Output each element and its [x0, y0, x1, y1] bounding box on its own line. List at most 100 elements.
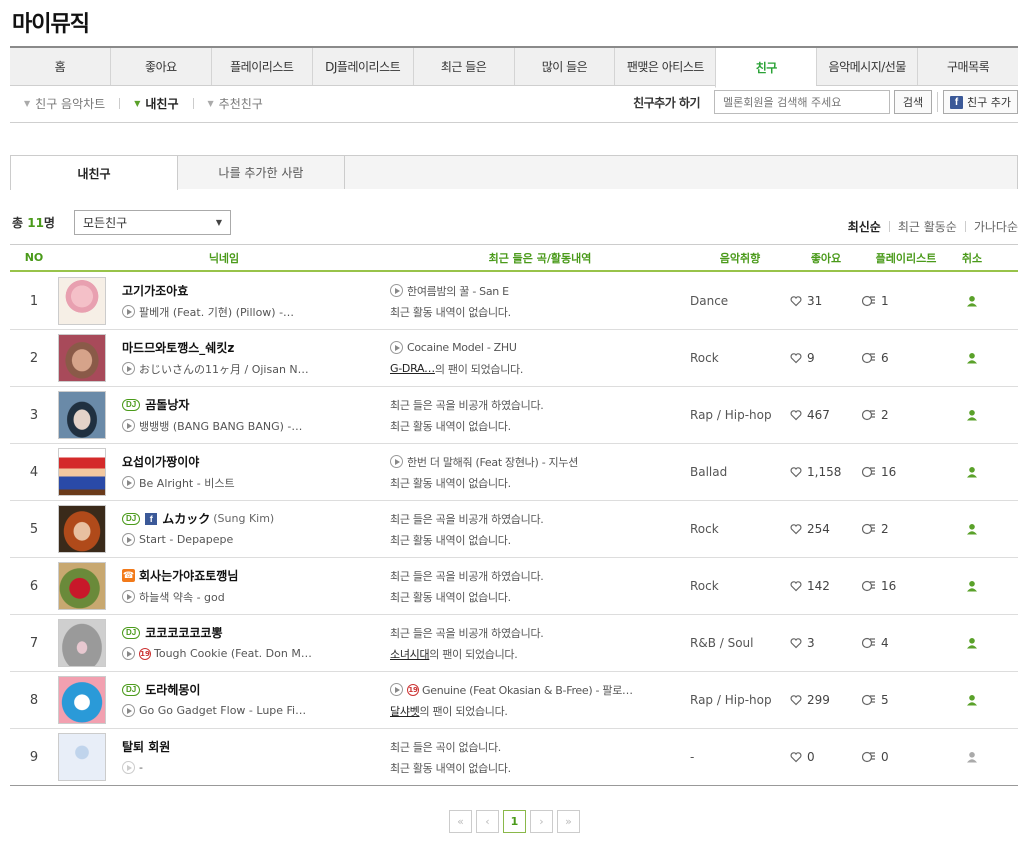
heart-icon — [790, 695, 802, 706]
artist-link[interactable]: 소녀시대 — [390, 646, 430, 662]
avatar[interactable] — [58, 619, 106, 667]
recent-song[interactable]: Start - Depapepe — [139, 533, 233, 546]
activity-song[interactable]: 한여름밤의 꿀 - San E — [407, 283, 509, 299]
like-count[interactable]: 9 — [807, 351, 815, 365]
remove-friend-icon[interactable] — [966, 637, 978, 649]
tab-messages-gifts[interactable]: 음악메시지/선물 — [816, 48, 917, 85]
subtab-my-friends[interactable]: 내친구 — [10, 155, 178, 190]
subnav-my-friends[interactable]: ▼ 내친구 — [134, 95, 178, 112]
play-icon[interactable] — [390, 455, 403, 468]
like-count[interactable]: 467 — [807, 408, 830, 422]
play-icon[interactable] — [122, 305, 135, 318]
playlist-count[interactable]: 1 — [881, 294, 889, 308]
recent-song[interactable]: 팔베개 (Feat. 기현) (Pillow) -… — [139, 304, 294, 320]
playlist-count[interactable]: 6 — [881, 351, 889, 365]
table-row: 5 DJ f ムカック (Sung Kim) Start - Depapepe 최근 … — [10, 501, 1018, 558]
avatar[interactable] — [58, 277, 106, 325]
play-icon[interactable] — [122, 647, 135, 660]
playlist-count[interactable]: 2 — [881, 522, 889, 536]
last-page-button[interactable]: » — [557, 810, 580, 833]
avatar[interactable] — [58, 448, 106, 496]
remove-friend-icon[interactable] — [966, 295, 978, 307]
tab-fan-artists[interactable]: 팬맺은 아티스트 — [614, 48, 715, 85]
recent-song[interactable]: おじいさんの11ヶ月 / Ojisan N… — [139, 361, 309, 377]
recent-song[interactable]: 하늘색 약속 - god — [139, 589, 225, 605]
play-icon[interactable] — [390, 284, 403, 297]
filter-selected: 모든친구 — [83, 216, 128, 230]
remove-friend-icon[interactable] — [966, 352, 978, 364]
friend-nickname[interactable]: 회사는가야죠토깽님 — [139, 567, 238, 584]
remove-friend-icon[interactable] — [966, 523, 978, 535]
heart-icon — [790, 581, 802, 592]
play-icon[interactable] — [122, 476, 135, 489]
playlist-count[interactable]: 2 — [881, 408, 889, 422]
tab-likes[interactable]: 좋아요 — [109, 48, 211, 85]
play-icon[interactable] — [122, 590, 135, 603]
friend-search-input[interactable] — [714, 90, 891, 114]
friend-nickname[interactable]: 요섭이가짱이야 — [122, 453, 199, 470]
friend-nickname[interactable]: 마드므와토깽스_쉐킷z — [122, 339, 234, 356]
avatar[interactable] — [58, 676, 106, 724]
tab-playlist[interactable]: 플레이리스트 — [210, 48, 312, 85]
tab-most-played[interactable]: 많이 들은 — [513, 48, 615, 85]
remove-friend-icon[interactable] — [966, 694, 978, 706]
artist-link[interactable]: G-DRA… — [390, 362, 435, 375]
next-page-button[interactable]: › — [530, 810, 553, 833]
facebook-add-friend-button[interactable]: f 친구 추가 — [943, 90, 1018, 114]
friend-nickname[interactable]: 고기가조아효 — [122, 282, 188, 299]
recent-song[interactable]: Go Go Gadget Flow - Lupe Fi… — [139, 704, 306, 717]
tab-recent[interactable]: 최근 들은 — [412, 48, 514, 85]
subnav-friend-chart[interactable]: ▼ 친구 음악차트 — [24, 95, 105, 112]
play-icon[interactable] — [122, 704, 135, 717]
like-count[interactable]: 3 — [807, 636, 815, 650]
friend-filter-select[interactable]: 모든친구 ▼ — [74, 210, 231, 235]
avatar[interactable] — [58, 562, 106, 610]
playlist-count[interactable]: 16 — [881, 465, 896, 479]
tab-dj-playlist[interactable]: DJ플레이리스트 — [311, 48, 413, 85]
play-icon[interactable] — [122, 419, 135, 432]
remove-friend-icon[interactable] — [966, 409, 978, 421]
play-icon[interactable] — [390, 683, 403, 696]
page-number[interactable]: 1 — [503, 810, 526, 833]
sort-alphabetical[interactable]: 가나다순 — [974, 218, 1018, 235]
tab-purchases[interactable]: 구매목록 — [917, 48, 1018, 85]
recent-song[interactable]: 뱅뱅뱅 (BANG BANG BANG) -… — [139, 418, 302, 434]
recent-song[interactable]: Be Alright - 비스트 — [139, 475, 235, 491]
artist-link[interactable]: 달샤벳 — [390, 703, 420, 719]
prev-page-button[interactable]: ‹ — [476, 810, 499, 833]
activity-song[interactable]: Genuine (Feat Okasian & B-Free) - 팔로… — [422, 682, 633, 698]
play-icon[interactable] — [390, 341, 403, 354]
activity-song[interactable]: 한번 더 말해줘 (Feat 장현나) - 지누션 — [407, 454, 578, 470]
search-button[interactable]: 검색 — [894, 90, 933, 114]
play-icon[interactable] — [122, 533, 135, 546]
like-count[interactable]: 31 — [807, 294, 822, 308]
play-icon[interactable] — [122, 362, 135, 375]
first-page-button[interactable]: « — [449, 810, 472, 833]
remove-friend-icon[interactable] — [966, 751, 978, 763]
count-suffix: 명 — [43, 216, 55, 230]
playlist-count[interactable]: 4 — [881, 636, 889, 650]
remove-friend-icon[interactable] — [966, 580, 978, 592]
friend-nickname[interactable]: 도라헤몽이 — [145, 681, 200, 698]
playlist-count[interactable]: 16 — [881, 579, 896, 593]
tab-friends[interactable]: 친구 — [715, 48, 817, 88]
remove-friend-icon[interactable] — [966, 466, 978, 478]
subnav-recommended[interactable]: ▼ 추천친구 — [208, 95, 263, 112]
avatar[interactable] — [58, 334, 106, 382]
like-count[interactable]: 142 — [807, 579, 830, 593]
tab-home[interactable]: 홈 — [10, 48, 110, 85]
friend-nickname[interactable]: ムカック — [162, 510, 210, 527]
recent-song[interactable]: Tough Cookie (Feat. Don M… — [154, 647, 312, 660]
sort-recent-activity[interactable]: 최근 활동순 — [898, 218, 957, 235]
like-count[interactable]: 299 — [807, 693, 830, 707]
avatar[interactable] — [58, 505, 106, 553]
like-count[interactable]: 254 — [807, 522, 830, 536]
playlist-count[interactable]: 5 — [881, 693, 889, 707]
sort-latest[interactable]: 최신순 — [848, 218, 881, 235]
like-count[interactable]: 1,158 — [807, 465, 841, 479]
friend-nickname[interactable]: 코코코코코코뽕 — [145, 624, 222, 641]
friend-nickname[interactable]: 곰돌낭자 — [145, 396, 189, 413]
avatar[interactable] — [58, 391, 106, 439]
subtab-added-me[interactable]: 나를 추가한 사람 — [177, 155, 345, 189]
activity-song[interactable]: Cocaine Model - ZHU — [407, 341, 517, 354]
